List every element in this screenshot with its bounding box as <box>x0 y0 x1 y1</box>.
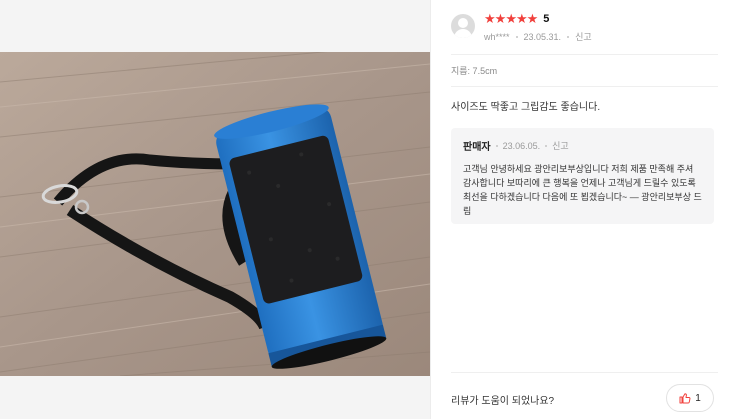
star-icon: ★ <box>494 11 507 26</box>
meta-separator <box>515 35 518 38</box>
photo-pane <box>0 0 430 419</box>
review-meta: wh**** 23.05.31. 신고 <box>484 30 592 43</box>
divider <box>451 86 718 87</box>
rating-score: 5 <box>543 13 550 25</box>
star-rating: ★ ★ ★ ★ ★ 5 <box>484 12 549 26</box>
review-photo-image <box>0 52 430 376</box>
purchase-option: 지름: 7.5cm <box>451 66 498 76</box>
divider <box>451 372 718 373</box>
report-button[interactable]: 신고 <box>575 30 592 43</box>
star-icon: ★ <box>484 11 496 26</box>
meta-separator <box>567 35 570 38</box>
star-icon: ★ <box>515 11 528 26</box>
thumbs-up-icon <box>679 393 691 404</box>
divider <box>451 54 718 55</box>
seller-reply: 판매자 23.06.05. 신고 고객님 안녕하세요 광안리보부상입니다 저희 … <box>451 128 714 224</box>
like-button[interactable]: 1 <box>666 384 714 412</box>
star-icon: ★ <box>526 11 539 26</box>
review-detail-pane: ★ ★ ★ ★ ★ 5 wh**** 23.05.31. 신고 지름: 7.5c… <box>431 0 732 419</box>
seller-report-button[interactable]: 신고 <box>552 139 569 152</box>
default-profile-icon <box>451 14 475 38</box>
helpful-question: 리뷰가 도움이 되었나요? <box>451 396 555 407</box>
review-photo[interactable] <box>0 52 430 376</box>
meta-separator <box>495 144 498 147</box>
review-body: 사이즈도 딱좋고 그립감도 좋습니다. <box>451 102 601 113</box>
star-icon: ★ <box>505 11 517 26</box>
seller-reply-date: 23.06.05. <box>502 140 541 151</box>
seller-reply-text: 고객님 안녕하세요 광안리보부상입니다 저희 제품 만족해 주셔 감사합니다 보… <box>463 164 702 216</box>
review-date: 23.05.31. <box>523 31 562 42</box>
reviewer-id: wh**** <box>484 31 510 42</box>
like-count: 1 <box>695 392 701 404</box>
seller-reply-header: 판매자 23.06.05. 신고 <box>463 138 702 154</box>
seller-label: 판매자 <box>463 142 491 153</box>
meta-separator <box>545 144 548 147</box>
reviewer-header: ★ ★ ★ ★ ★ 5 wh**** 23.05.31. 신고 <box>451 12 718 44</box>
